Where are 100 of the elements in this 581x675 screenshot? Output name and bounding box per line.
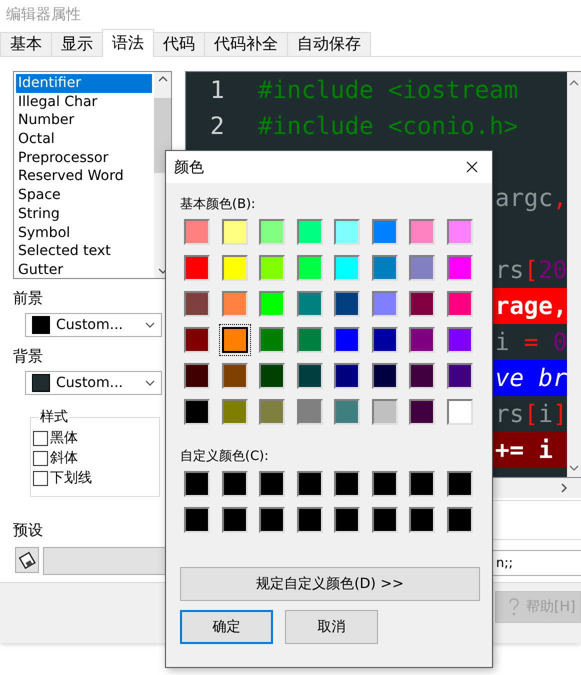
- list-item[interactable]: Number: [16, 111, 152, 130]
- color-swatch[interactable]: [222, 291, 248, 317]
- define-custom-colors-button[interactable]: 规定自定义颜色(D) >>: [180, 567, 480, 601]
- scroll-up-icon[interactable]: [158, 76, 168, 82]
- color-swatch[interactable]: [372, 291, 398, 317]
- color-swatch[interactable]: [296, 291, 322, 317]
- color-swatch[interactable]: [409, 255, 435, 281]
- scroll-right-icon[interactable]: [561, 483, 568, 493]
- color-swatch[interactable]: [372, 471, 398, 497]
- color-swatch[interactable]: [446, 255, 472, 281]
- color-swatch[interactable]: [184, 291, 210, 317]
- color-swatch[interactable]: [409, 219, 435, 245]
- color-swatch[interactable]: [446, 363, 472, 389]
- color-swatch[interactable]: [409, 327, 435, 353]
- color-swatch[interactable]: [446, 399, 472, 425]
- color-swatch[interactable]: [222, 255, 248, 281]
- checkbox[interactable]: [33, 450, 48, 466]
- color-swatch[interactable]: [446, 507, 472, 533]
- list-item[interactable]: Symbol: [16, 224, 152, 242]
- color-swatch[interactable]: [409, 399, 435, 425]
- list-item[interactable]: String: [16, 204, 152, 224]
- list-item[interactable]: Octal: [16, 130, 152, 149]
- list-item[interactable]: Space: [16, 186, 152, 205]
- color-swatch[interactable]: [259, 219, 285, 245]
- color-swatch[interactable]: [222, 507, 248, 533]
- color-swatch[interactable]: [184, 327, 210, 353]
- color-swatch[interactable]: [334, 399, 360, 425]
- color-swatch[interactable]: [296, 399, 322, 425]
- color-swatch[interactable]: [184, 399, 210, 425]
- color-swatch[interactable]: [372, 363, 398, 389]
- color-swatch[interactable]: [334, 291, 360, 317]
- tab[interactable]: 显示: [51, 32, 103, 56]
- color-swatch[interactable]: [296, 219, 322, 245]
- scroll-up-icon[interactable]: [569, 80, 580, 86]
- foreground-dropdown[interactable]: Custom...: [25, 313, 162, 337]
- color-swatch[interactable]: [446, 291, 472, 317]
- color-swatch[interactable]: [334, 363, 360, 389]
- color-swatch[interactable]: [372, 255, 398, 281]
- color-swatch[interactable]: [184, 255, 210, 281]
- scrollbar[interactable]: [567, 72, 581, 477]
- color-swatch[interactable]: [409, 471, 435, 497]
- color-swatch[interactable]: [259, 471, 285, 497]
- save-button[interactable]: [15, 547, 39, 573]
- color-swatch[interactable]: [446, 219, 472, 245]
- color-swatch[interactable]: [446, 327, 472, 353]
- color-swatch[interactable]: [372, 507, 398, 533]
- color-swatch[interactable]: [259, 255, 285, 281]
- color-swatch[interactable]: [259, 399, 285, 425]
- list-item[interactable]: Gutter: [16, 260, 152, 278]
- scroll-down-icon[interactable]: [569, 465, 580, 471]
- color-swatch[interactable]: [372, 219, 398, 245]
- color-swatch[interactable]: [184, 219, 210, 245]
- color-swatch[interactable]: [222, 471, 248, 497]
- color-swatch[interactable]: [334, 327, 360, 353]
- color-swatch[interactable]: [409, 507, 435, 533]
- list-item[interactable]: Selected text: [16, 242, 152, 261]
- color-swatch[interactable]: [296, 507, 322, 533]
- list-item[interactable]: Reserved Word: [16, 167, 152, 186]
- checkbox[interactable]: [33, 470, 48, 486]
- list-item[interactable]: Preprocessor: [16, 148, 152, 168]
- color-swatch[interactable]: [334, 255, 360, 281]
- tab[interactable]: 自动保存: [287, 32, 371, 56]
- color-swatch[interactable]: [446, 471, 472, 497]
- list-item[interactable]: Illegal Char: [16, 92, 152, 112]
- tab[interactable]: 基本: [0, 32, 52, 56]
- code-text: argc,: [495, 183, 568, 214]
- tab[interactable]: 语法: [102, 29, 154, 57]
- chevron-down-icon: [145, 322, 155, 328]
- color-swatch[interactable]: [222, 399, 248, 425]
- color-swatch[interactable]: [259, 507, 285, 533]
- color-swatch[interactable]: [184, 507, 210, 533]
- color-swatch[interactable]: [296, 255, 322, 281]
- color-swatch[interactable]: [334, 507, 360, 533]
- color-swatch[interactable]: [409, 291, 435, 317]
- list-item[interactable]: Identifier: [16, 74, 152, 93]
- color-swatch[interactable]: [259, 291, 285, 317]
- tab[interactable]: 代码补全: [204, 32, 288, 56]
- checkbox-label: 黑体: [50, 429, 78, 447]
- color-swatch[interactable]: [296, 327, 322, 353]
- basic-colors-label: 基本颜色(B):: [180, 196, 256, 213]
- color-swatch[interactable]: [334, 219, 360, 245]
- cancel-button[interactable]: 取消: [285, 610, 378, 644]
- ok-button[interactable]: 确定: [180, 610, 273, 644]
- line-number: 2: [209, 111, 226, 142]
- background-dropdown[interactable]: Custom...: [25, 371, 162, 395]
- color-swatch[interactable]: [222, 219, 248, 245]
- color-swatch[interactable]: [409, 363, 435, 389]
- color-swatch[interactable]: [334, 471, 360, 497]
- color-swatch[interactable]: [296, 471, 322, 497]
- color-swatch[interactable]: [372, 327, 398, 353]
- color-swatch[interactable]: [296, 363, 322, 389]
- color-swatch[interactable]: [184, 471, 210, 497]
- color-swatch[interactable]: [259, 327, 285, 353]
- color-swatch[interactable]: [222, 363, 248, 389]
- color-swatch[interactable]: [259, 363, 285, 389]
- color-swatch[interactable]: [184, 363, 210, 389]
- tab[interactable]: 代码: [153, 32, 205, 56]
- checkbox[interactable]: [33, 430, 48, 446]
- close-icon[interactable]: [466, 161, 478, 173]
- color-swatch[interactable]: [372, 399, 398, 425]
